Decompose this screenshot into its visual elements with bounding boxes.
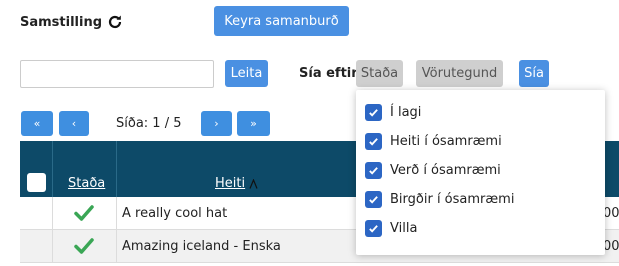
prev-page-button[interactable]: ‹ <box>59 111 89 136</box>
status-option-stock-mismatch[interactable]: Birgðir í ósamræmi <box>365 185 596 214</box>
status-filter-button[interactable]: Staða <box>356 60 403 87</box>
status-filter-dropdown: Í lagi Heiti í ósamræmi Verð í ósamræmi … <box>356 90 605 255</box>
status-option-label: Heiti í ósamræmi <box>390 134 502 149</box>
clipped-value: 00 <box>603 239 619 254</box>
product-name: A really cool hat <box>122 206 228 221</box>
checkbox-checked-icon[interactable] <box>365 133 382 150</box>
status-option-name-mismatch[interactable]: Heiti í ósamræmi <box>365 127 596 156</box>
product-group-filter-button[interactable]: Vörutegund <box>416 60 503 87</box>
checkbox-checked-icon[interactable] <box>365 162 382 179</box>
column-header-status[interactable]: Staða <box>68 176 105 191</box>
status-option-ok[interactable]: Í lagi <box>365 98 596 127</box>
status-option-label: Í lagi <box>390 105 422 120</box>
sort-ascending-icon <box>249 178 258 189</box>
status-option-price-mismatch[interactable]: Verð í ósamræmi <box>365 156 596 185</box>
last-page-button[interactable]: » <box>237 111 270 136</box>
column-header-name[interactable]: Heiti <box>215 176 245 191</box>
filter-button[interactable]: Sía <box>519 60 549 87</box>
page-title-group: Samstilling <box>20 12 123 32</box>
refresh-icon[interactable] <box>107 14 123 30</box>
first-page-button[interactable]: « <box>21 111 53 136</box>
search-input[interactable] <box>20 60 214 88</box>
next-page-button[interactable]: › <box>201 111 232 136</box>
status-option-error[interactable]: Villa <box>365 214 596 243</box>
check-icon <box>74 237 94 259</box>
search-button[interactable]: Leita <box>225 60 268 87</box>
filter-label: Sía eftir <box>299 66 358 81</box>
status-option-label: Villa <box>390 221 418 236</box>
run-comparison-button[interactable]: Keyra samanburð <box>214 6 349 36</box>
checkbox-checked-icon[interactable] <box>365 104 382 121</box>
column-header-name-group[interactable]: Heiti <box>215 176 258 191</box>
status-option-label: Verð í ósamræmi <box>390 163 501 178</box>
product-name: Amazing iceland - Enska <box>122 239 281 254</box>
checkbox-checked-icon[interactable] <box>365 191 382 208</box>
clipped-value: 00 <box>603 206 619 221</box>
select-all-checkbox[interactable] <box>27 173 46 192</box>
page-title: Samstilling <box>20 14 103 30</box>
checkbox-checked-icon[interactable] <box>365 220 382 237</box>
check-icon <box>74 204 94 226</box>
page-indicator: Síða: 1 / 5 <box>116 116 182 131</box>
status-option-label: Birgðir í ósamræmi <box>390 192 515 207</box>
